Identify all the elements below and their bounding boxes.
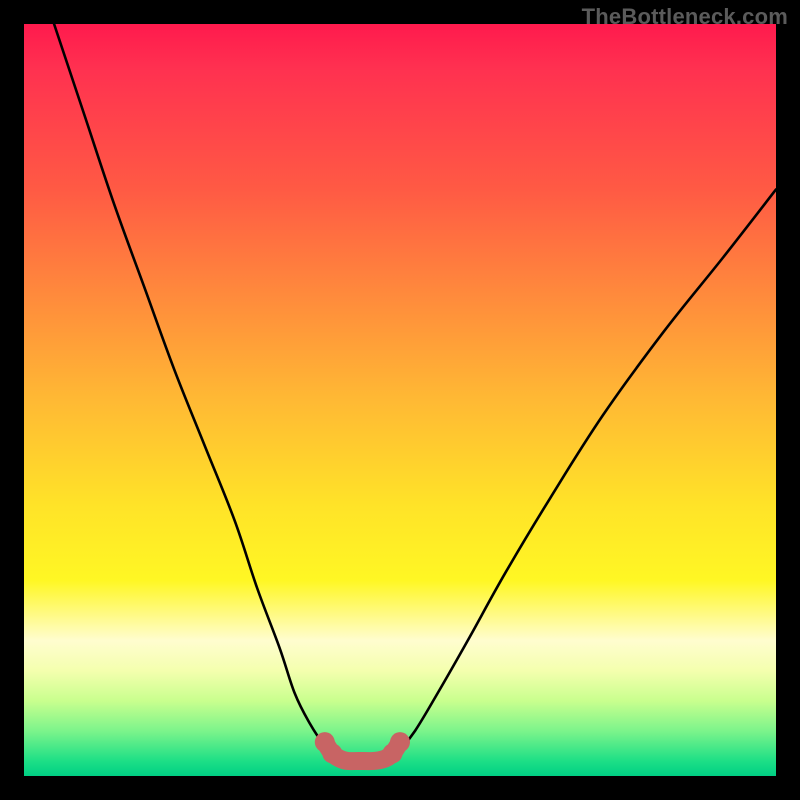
curve-layer <box>24 24 776 776</box>
floor-band-dot <box>390 732 410 752</box>
floor-band-dot <box>322 743 342 763</box>
chart-plot-area <box>24 24 776 776</box>
right-curve-path <box>392 189 776 757</box>
outer-frame: TheBottleneck.com <box>0 0 800 800</box>
left-curve-path <box>54 24 336 757</box>
